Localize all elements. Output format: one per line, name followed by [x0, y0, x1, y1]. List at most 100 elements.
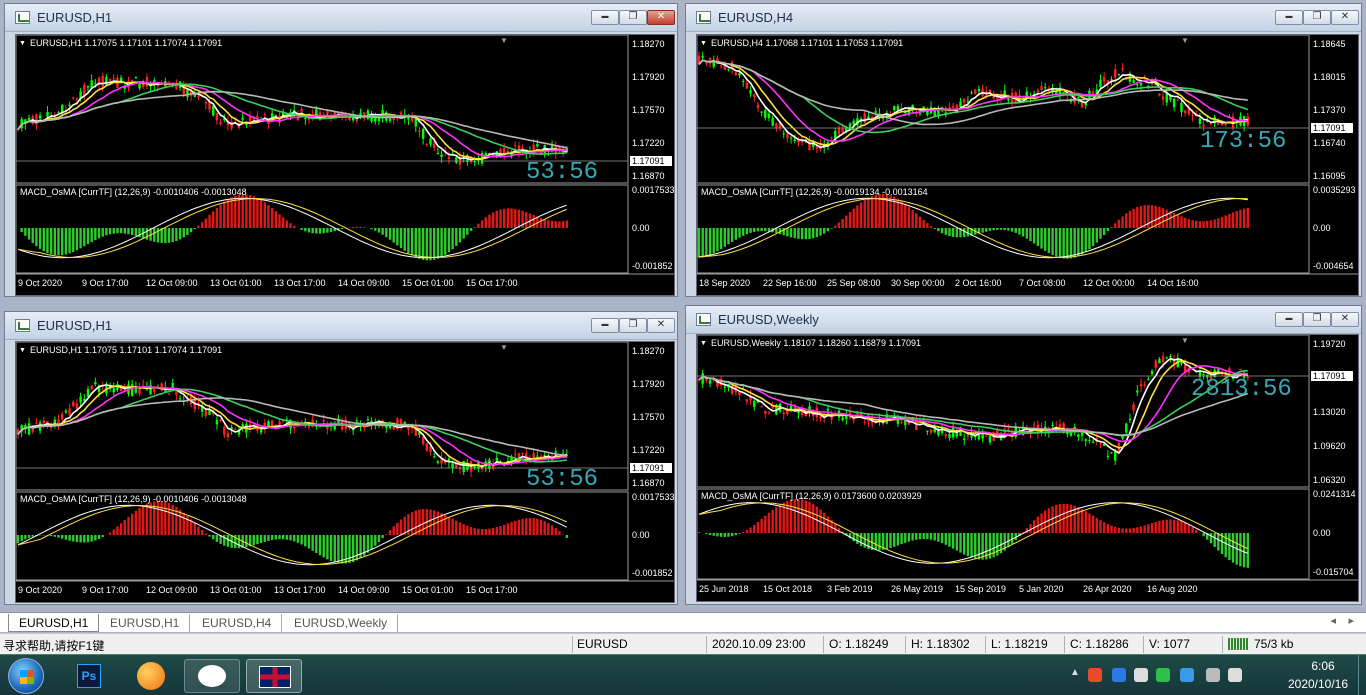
- osma-histogram-bar: [24, 228, 27, 236]
- osma-histogram-bar: [293, 535, 296, 542]
- close-button[interactable]: ✕: [647, 318, 675, 333]
- price-axis-label: 1.16095: [1313, 171, 1346, 181]
- price-chart[interactable]: EURUSD,H1 1.17075 1.17101 1.17074 1.1709…: [15, 34, 675, 296]
- chart-collapse-icon[interactable]: ▼: [700, 38, 707, 49]
- close-button[interactable]: ✕: [647, 10, 675, 25]
- maximize-button[interactable]: ❐: [619, 10, 647, 25]
- help-icon[interactable]: [1112, 668, 1126, 682]
- oscillator-header: MACD_OsMA [CurrTF] (12,26,9) -0.0019134 …: [701, 187, 928, 197]
- tab-eurusd-h1[interactable]: EURUSD,H1: [100, 614, 191, 632]
- osma-histogram-bar: [27, 228, 31, 240]
- osma-histogram-bar: [719, 228, 723, 250]
- window-titlebar[interactable]: EURUSD,Weekly ▬ ❐ ✕: [686, 306, 1361, 334]
- tab-eurusd-h1[interactable]: EURUSD,H1: [8, 614, 100, 632]
- osma-histogram-bar: [1014, 228, 1017, 233]
- price-chart[interactable]: EURUSD,Weekly 1.18107 1.18260 1.16879 1.…: [696, 334, 1359, 602]
- osma-histogram-bar: [182, 512, 185, 535]
- show-hidden-icons-icon[interactable]: ▲: [1070, 667, 1080, 678]
- osma-histogram-bar: [444, 228, 447, 255]
- wechat-icon[interactable]: [184, 659, 240, 693]
- osma-histogram-bar: [433, 510, 436, 535]
- wechat-tray-icon[interactable]: [1156, 668, 1170, 682]
- macd-line: [698, 197, 1248, 259]
- minimize-button[interactable]: ▬: [591, 10, 619, 25]
- osma-histogram-bar: [1213, 533, 1216, 547]
- osma-histogram-bar: [24, 535, 27, 540]
- chart-window-eurusd-h1[interactable]: EURUSD,H1 ▬ ❐ ✕ EURUSD,H1 1.17075 1.17101 1.…: [4, 3, 678, 297]
- chart-canvas: [697, 335, 1358, 581]
- osma-histogram-bar: [1080, 509, 1084, 533]
- tab-scroll-left-icon[interactable]: ◂: [1330, 614, 1336, 627]
- osma-histogram-bar: [142, 505, 145, 535]
- close-button[interactable]: ✕: [1331, 312, 1359, 327]
- tab-eurusd-h4[interactable]: EURUSD,H4: [192, 614, 283, 632]
- chart-header: EURUSD,H1 1.17075 1.17101 1.17074 1.1709…: [30, 345, 223, 355]
- osma-histogram-bar: [307, 535, 311, 549]
- osma-histogram-bar: [1114, 526, 1117, 533]
- chart-window-icon: [15, 11, 30, 24]
- candle: [488, 458, 491, 473]
- security-icon[interactable]: [1180, 668, 1194, 682]
- taskbar-time[interactable]: 6:06: [1293, 659, 1353, 673]
- candle: [1172, 354, 1176, 371]
- price-chart[interactable]: EURUSD,H1 1.17075 1.17101 1.17074 1.1709…: [15, 341, 675, 603]
- chart-collapse-icon[interactable]: ▼: [19, 345, 26, 356]
- time-axis-label: 25 Sep 08:00: [827, 278, 881, 288]
- candle: [495, 452, 499, 463]
- candle: [764, 410, 767, 419]
- minimize-button[interactable]: ▬: [1275, 10, 1303, 25]
- sogou-input-icon[interactable]: [1088, 668, 1102, 682]
- osma-histogram-bar: [528, 518, 532, 535]
- osma-histogram-bar: [1088, 513, 1091, 533]
- chart-collapse-icon[interactable]: ▼: [700, 338, 707, 349]
- price-chart[interactable]: EURUSD,H4 1.17068 1.17101 1.17053 1.1709…: [696, 34, 1359, 296]
- osma-histogram-bar: [856, 205, 859, 228]
- maximize-button[interactable]: ❐: [1303, 10, 1331, 25]
- photoshop-icon[interactable]: Ps: [60, 659, 116, 693]
- osma-histogram-bar: [918, 216, 922, 228]
- tab-scroll-right-icon[interactable]: ▸: [1348, 614, 1354, 627]
- osma-histogram-bar: [962, 533, 966, 555]
- osma-histogram-bar: [730, 533, 734, 537]
- osma-histogram-bar: [1110, 227, 1113, 228]
- show-desktop-button[interactable]: [1358, 655, 1366, 695]
- minimize-button[interactable]: ▬: [1275, 312, 1303, 327]
- osma-histogram-bar: [307, 228, 311, 233]
- maximize-button[interactable]: ❐: [619, 318, 647, 333]
- chart-window-eurusd-h1[interactable]: EURUSD,H1 ▬ ❐ ✕ EURUSD,H1 1.17075 1.17101 1.…: [4, 311, 678, 605]
- window-titlebar[interactable]: EURUSD,H4 ▬ ❐ ✕: [686, 4, 1361, 32]
- keyboard-icon[interactable]: [1134, 668, 1148, 682]
- volume-icon[interactable]: [1228, 668, 1242, 682]
- osma-histogram-bar: [488, 528, 491, 535]
- browser-icon[interactable]: [122, 659, 178, 693]
- close-button[interactable]: ✕: [1331, 10, 1359, 25]
- window-titlebar[interactable]: EURUSD,H1 ▬ ❐ ✕: [5, 312, 677, 340]
- osma-histogram-bar: [730, 228, 734, 243]
- price-axis-label: 1.17920: [632, 379, 665, 389]
- chart-window-eurusd-weekly[interactable]: EURUSD,Weekly ▬ ❐ ✕ EURUSD,Weekly 1.18107 1.…: [685, 305, 1362, 605]
- osma-histogram-bar: [259, 535, 263, 543]
- osma-histogram-bar: [1180, 216, 1183, 228]
- tab-eurusd-weekly[interactable]: EURUSD,Weekly: [284, 614, 399, 632]
- osma-histogram-bar: [543, 521, 546, 535]
- osma-histogram-bar: [329, 228, 333, 232]
- metatrader-icon[interactable]: [246, 659, 302, 693]
- maximize-button[interactable]: ❐: [1303, 312, 1331, 327]
- taskbar-date[interactable]: 2020/10/16: [1278, 677, 1358, 691]
- network-icon[interactable]: [1206, 668, 1220, 682]
- minimize-button[interactable]: ▬: [591, 318, 619, 333]
- status-open: O: 1.18249: [829, 637, 889, 651]
- osma-histogram-bar: [451, 228, 454, 250]
- candle: [72, 96, 75, 101]
- osma-histogram-bar: [1246, 533, 1249, 568]
- osma-histogram-bar: [1051, 506, 1054, 533]
- chart-collapse-icon[interactable]: ▼: [19, 38, 26, 49]
- candle: [418, 126, 421, 138]
- status-help: 寻求帮助,请按F1键: [3, 639, 105, 653]
- osma-histogram-bar: [219, 204, 222, 228]
- chart-window-eurusd-h4[interactable]: EURUSD,H4 ▬ ❐ ✕ EURUSD,H4 1.17068 1.17101 1.…: [685, 3, 1362, 297]
- window-titlebar[interactable]: EURUSD,H1 ▬ ❐ ✕: [5, 4, 677, 32]
- candle: [771, 115, 774, 127]
- start-orb-icon[interactable]: [8, 658, 44, 694]
- time-axis-label: 9 Oct 17:00: [82, 278, 129, 288]
